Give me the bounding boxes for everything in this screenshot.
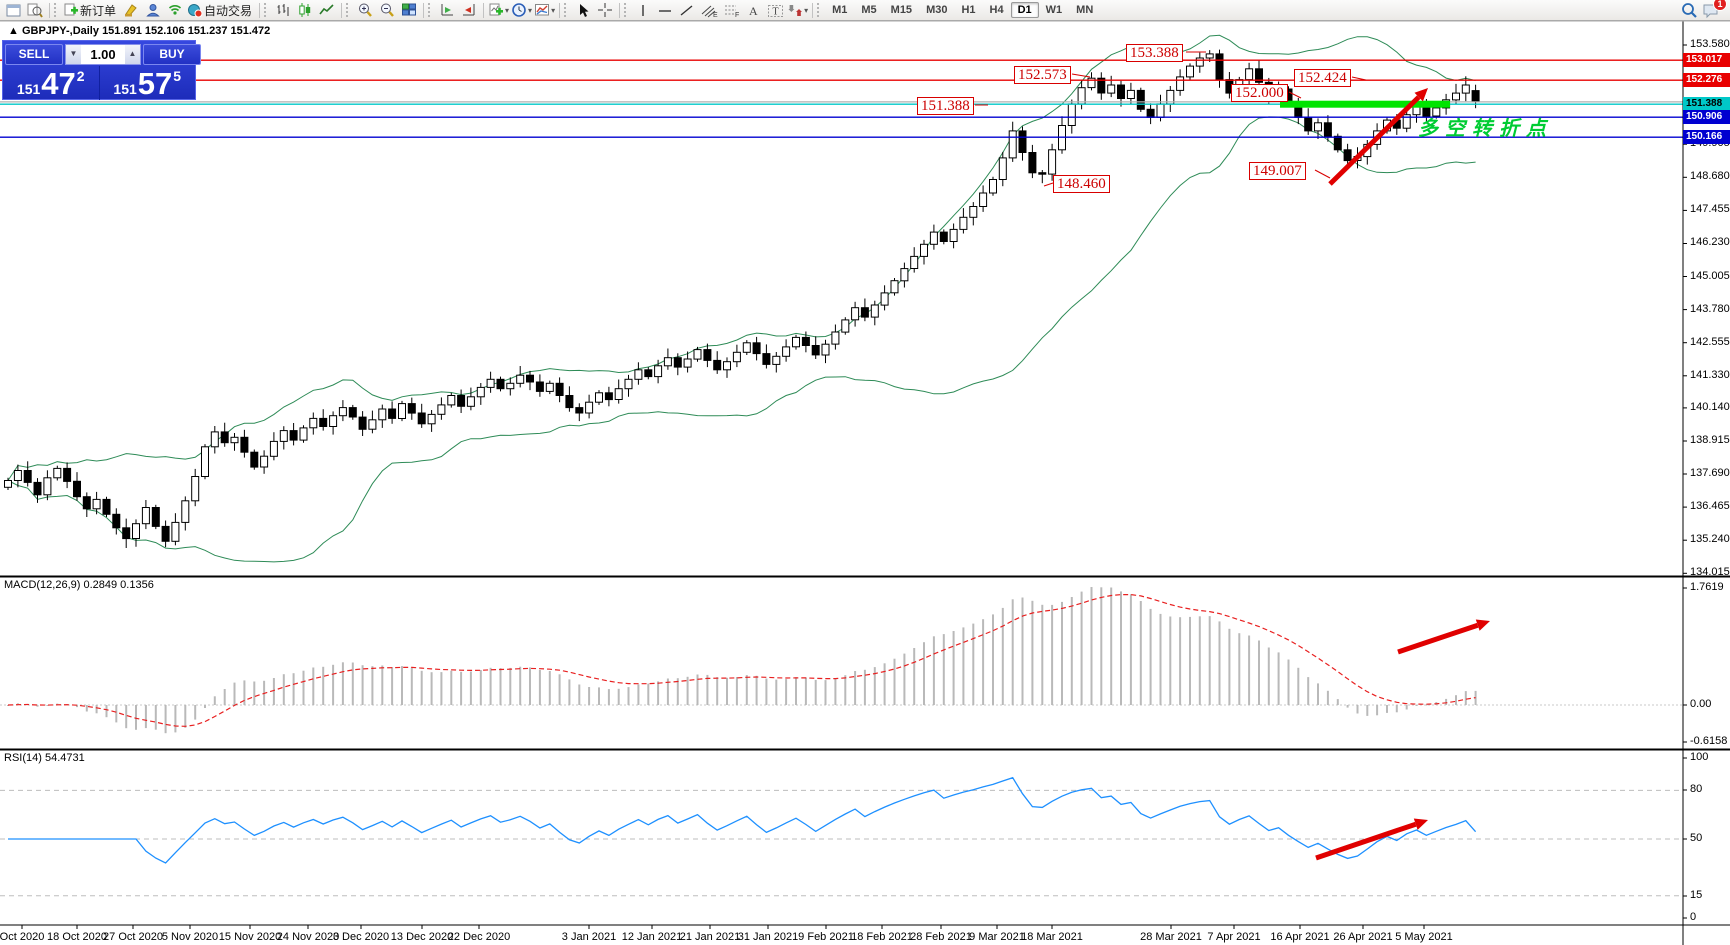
- rsi-level-lines: [0, 790, 1683, 895]
- bollinger-band-lower: [8, 117, 1476, 562]
- annotation-price-label[interactable]: 148.460: [1053, 175, 1110, 193]
- volume-down-button[interactable]: ▼: [66, 45, 81, 64]
- volume-up-button[interactable]: ▲: [125, 45, 140, 64]
- mt4-window: 新订单 自动交易 ▾ ▾ ▾ E F A T ▾: [0, 0, 1730, 945]
- buy-button[interactable]: BUY: [143, 44, 201, 65]
- annotation-arrows[interactable]: [1316, 88, 1490, 858]
- annotation-price-label[interactable]: 152.000: [1231, 84, 1288, 102]
- chart-canvas[interactable]: [0, 0, 1730, 945]
- volume-input[interactable]: [81, 45, 125, 64]
- annotation-price-label[interactable]: 149.007: [1249, 162, 1306, 180]
- buy-price-display[interactable]: 151575: [100, 66, 196, 100]
- sell-button[interactable]: SELL: [5, 44, 63, 65]
- annotation-price-label[interactable]: 151.388: [917, 97, 974, 115]
- macd-signal-line: [8, 595, 1476, 727]
- axis-ticks: [22, 45, 1687, 929]
- candlesticks: [5, 50, 1480, 548]
- pane-borders: [0, 21, 1730, 945]
- one-click-trading-panel: SELL ▼ ▲ BUY 151472 151575: [2, 40, 196, 100]
- annotation-price-label[interactable]: 152.424: [1294, 69, 1351, 87]
- horizontal-price-lines[interactable]: [0, 60, 1683, 137]
- sell-price-display[interactable]: 151472: [3, 66, 100, 100]
- volume-control: ▼ ▲: [65, 44, 141, 65]
- macd-histogram: [7, 587, 1477, 733]
- annotation-price-label[interactable]: 153.388: [1126, 44, 1183, 62]
- annotation-price-label[interactable]: 152.573: [1014, 66, 1071, 84]
- annotation-green-zone[interactable]: [1280, 101, 1450, 108]
